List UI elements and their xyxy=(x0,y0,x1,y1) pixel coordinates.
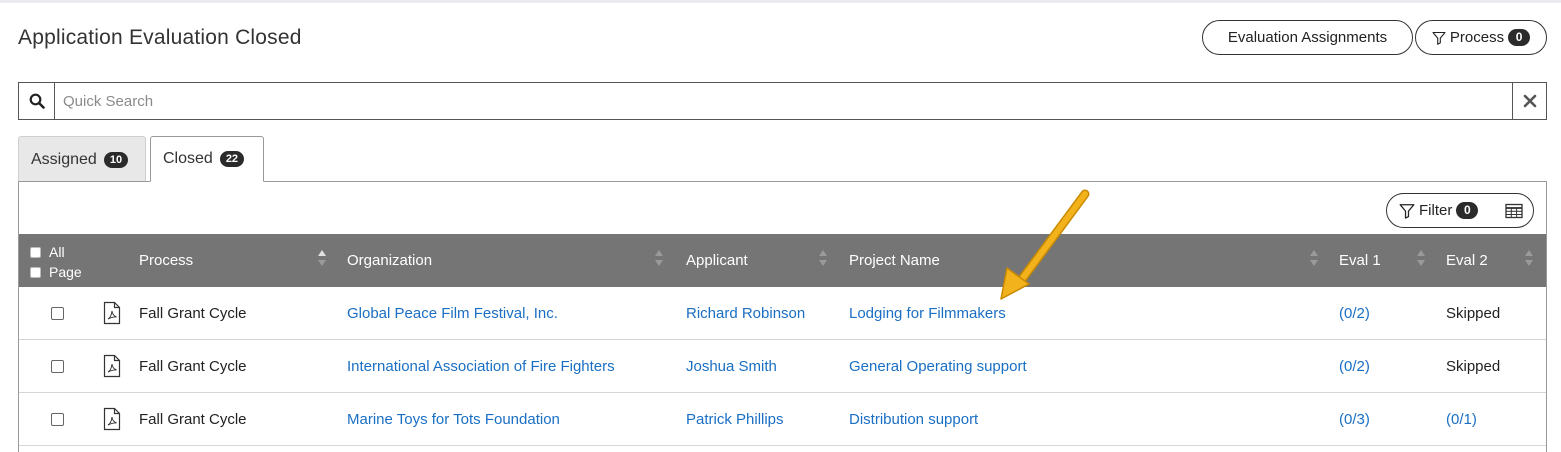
applicant-link[interactable]: Joshua Smith xyxy=(686,340,777,392)
eval-2-link[interactable]: (0/1) xyxy=(1446,393,1477,445)
process-filter-label: Process xyxy=(1449,29,1505,46)
row-checkbox-cell xyxy=(51,393,64,445)
column-header-label: Organization xyxy=(347,252,433,269)
tab-assigned-count: 10 xyxy=(103,151,129,168)
tab-assigned[interactable]: Assigned 10 xyxy=(18,136,146,182)
pdf-document-icon[interactable] xyxy=(103,340,121,392)
column-header-label: Project Name xyxy=(849,252,940,269)
row-checkbox[interactable] xyxy=(51,412,64,426)
select-page-checkbox[interactable] xyxy=(30,266,41,278)
sort-icon[interactable] xyxy=(655,250,663,270)
quick-search-bar xyxy=(18,82,1547,120)
eval-2-cell: Skipped xyxy=(1446,357,1501,375)
annotation-arrow xyxy=(1000,189,1090,300)
organization-link[interactable]: Global Peace Film Festival, Inc. xyxy=(347,287,558,339)
select-all-checkbox[interactable] xyxy=(30,246,41,258)
eval-2-cell: Skipped xyxy=(1446,304,1501,322)
row-checkbox[interactable] xyxy=(51,359,64,373)
sort-icon[interactable] xyxy=(1310,250,1318,270)
tab-closed[interactable]: Closed 22 xyxy=(150,136,264,182)
eval-1-link[interactable]: (0/2) xyxy=(1339,287,1370,339)
select-page-label: Page xyxy=(49,264,82,280)
pdf-document-icon[interactable] xyxy=(103,393,121,445)
process-count-badge: 0 xyxy=(1508,29,1531,46)
project-name-link[interactable]: Distribution support xyxy=(849,393,978,445)
column-header-process[interactable]: Process xyxy=(139,234,193,287)
row-checkbox-cell xyxy=(51,287,64,339)
tab-assigned-label: Assigned xyxy=(31,150,97,168)
sort-icon[interactable] xyxy=(318,250,326,270)
evaluation-assignments-button[interactable]: Evaluation Assignments xyxy=(1202,20,1413,55)
select-controls: All Page xyxy=(30,244,82,280)
row-checkbox-cell xyxy=(51,340,64,392)
process-cell: Fall Grant Cycle xyxy=(139,304,247,322)
table-filter-button[interactable]: Filter 0 xyxy=(1386,193,1534,228)
pdf-document-icon[interactable] xyxy=(103,287,121,339)
column-header-label: Eval 2 xyxy=(1446,252,1488,269)
column-header-label: Applicant xyxy=(686,252,748,269)
process-cell: Fall Grant Cycle xyxy=(139,410,247,428)
applicant-link[interactable]: Richard Robinson xyxy=(686,287,805,339)
applicant-link[interactable]: Patrick Phillips xyxy=(686,393,784,445)
page-title: Application Evaluation Closed xyxy=(18,26,302,49)
project-name-link[interactable]: General Operating support xyxy=(849,340,1027,392)
tab-closed-label: Closed xyxy=(163,150,213,167)
row-checkbox[interactable] xyxy=(51,306,64,320)
process-cell: Fall Grant Cycle xyxy=(139,357,247,375)
column-header-label: Eval 1 xyxy=(1339,252,1381,269)
sort-icon[interactable] xyxy=(1417,250,1425,270)
column-header-applicant[interactable]: Applicant xyxy=(686,234,748,287)
search-icon xyxy=(29,93,45,109)
table-row: Fall Grant Cycle Global Peace Film Festi… xyxy=(19,287,1546,340)
table-row: Fall Grant Cycle Marine Toys for Tots Fo… xyxy=(19,393,1546,446)
evaluation-assignments-label: Evaluation Assignments xyxy=(1227,29,1388,46)
table-header: All Page Process Organization Applicant … xyxy=(19,234,1546,287)
close-icon xyxy=(1523,94,1536,108)
column-header-organization[interactable]: Organization xyxy=(347,234,432,287)
tab-closed-count: 22 xyxy=(219,151,245,167)
table-filter-count: 0 xyxy=(1456,202,1479,219)
clear-search-button[interactable] xyxy=(1512,83,1546,119)
column-header-eval-1[interactable]: Eval 1 xyxy=(1339,234,1381,287)
funnel-icon xyxy=(1432,31,1446,45)
quick-search-input[interactable] xyxy=(55,83,1512,119)
organization-link[interactable]: International Association of Fire Fighte… xyxy=(347,340,615,392)
table-row: Fall Grant Cycle International Associati… xyxy=(19,340,1546,393)
select-all-label: All xyxy=(49,244,65,260)
project-name-link[interactable]: Lodging for Filmmakers xyxy=(849,287,1006,339)
eval-1-link[interactable]: (0/2) xyxy=(1339,340,1370,392)
eval-1-link[interactable]: (0/3) xyxy=(1339,393,1370,445)
search-button[interactable] xyxy=(19,83,55,119)
column-header-label: Process xyxy=(139,252,194,269)
table-grid-icon[interactable] xyxy=(1505,203,1523,219)
funnel-icon xyxy=(1399,203,1415,219)
column-header-project-name[interactable]: Project Name xyxy=(849,234,940,287)
table-body: Fall Grant Cycle Global Peace Film Festi… xyxy=(19,287,1546,446)
table-filter-label: Filter xyxy=(1419,202,1453,219)
top-border xyxy=(0,0,1561,3)
sort-icon[interactable] xyxy=(1525,250,1533,270)
organization-link[interactable]: Marine Toys for Tots Foundation xyxy=(347,393,560,445)
process-filter-button[interactable]: Process 0 xyxy=(1415,20,1547,55)
column-header-eval-2[interactable]: Eval 2 xyxy=(1446,234,1488,287)
sort-icon[interactable] xyxy=(819,250,827,270)
